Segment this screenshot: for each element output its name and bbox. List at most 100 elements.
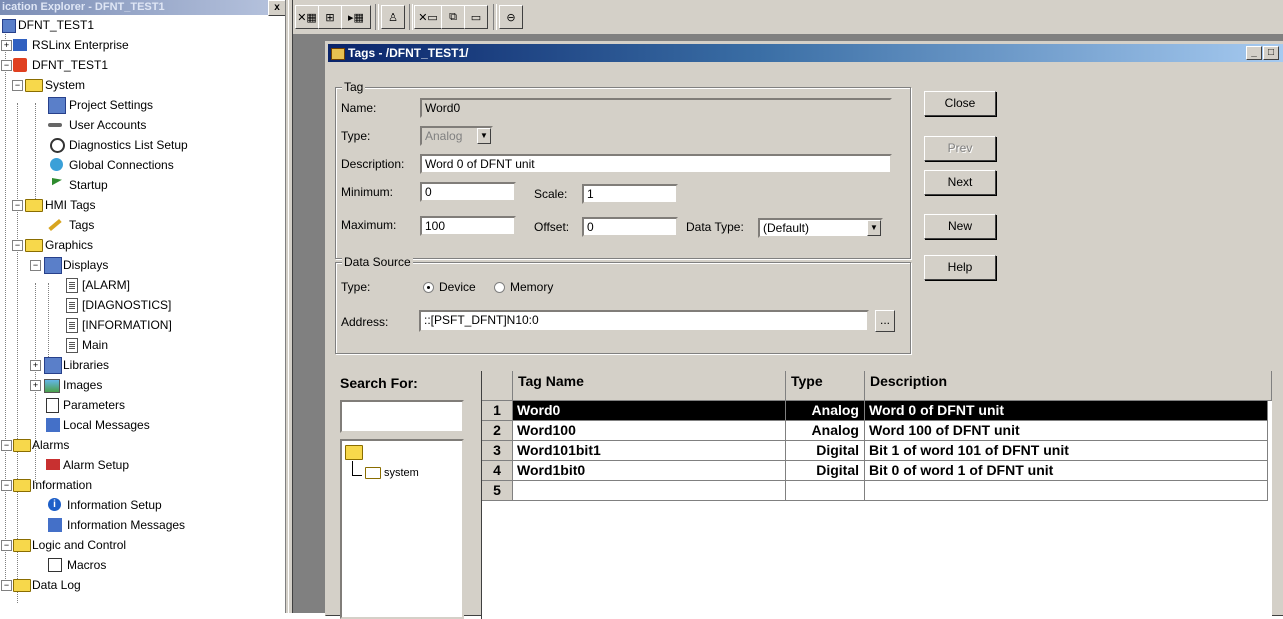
table-row-description[interactable]: Bit 1 of word 101 of DFNT unit <box>865 441 1268 461</box>
memory-radio[interactable] <box>494 282 505 293</box>
hmi-server-icon <box>13 58 27 72</box>
collapse-toggle-icon[interactable]: − <box>12 200 23 211</box>
next-button[interactable]: Next <box>924 170 996 195</box>
collapse-toggle-icon[interactable]: − <box>1 480 12 491</box>
grid-header-type[interactable]: Type <box>786 371 865 401</box>
row-number[interactable]: 3 <box>482 441 513 461</box>
new-button[interactable]: New <box>924 214 996 239</box>
expand-toggle-icon[interactable]: + <box>1 40 12 51</box>
collapse-toggle-icon[interactable]: − <box>1 540 12 551</box>
close-button[interactable]: Close <box>924 91 996 116</box>
folder-tree: system <box>340 439 464 619</box>
table-row-tag-name[interactable] <box>513 481 786 501</box>
table-row-tag-name[interactable]: Word100 <box>513 421 786 441</box>
collapse-toggle-icon[interactable]: − <box>12 240 23 251</box>
tree-item-label: Main <box>82 338 109 352</box>
tree-item-label: Diagnostics List Setup <box>69 138 188 152</box>
root-folder-icon[interactable] <box>345 445 363 460</box>
table-row-tag-name[interactable]: Word1bit0 <box>513 461 786 481</box>
folder-icon <box>13 479 31 492</box>
folder-tree-item-system[interactable]: system <box>384 465 419 481</box>
table-row-type[interactable]: Digital <box>786 461 865 481</box>
expand-toggle-icon[interactable]: + <box>30 360 41 371</box>
window-icon[interactable]: ▭ <box>464 5 488 29</box>
tags-window-icon <box>331 48 345 60</box>
address-field[interactable]: ::[PSFT_DFNT]N10:0 <box>419 310 869 332</box>
table-row-tag-name[interactable]: Word101bit1 <box>513 441 786 461</box>
row-number[interactable]: 2 <box>482 421 513 441</box>
tag-tree-icon[interactable]: ⊞ <box>318 5 342 29</box>
minimize-button[interactable]: _ <box>1246 46 1262 60</box>
type-select[interactable]: Analog ▼ <box>420 126 493 146</box>
row-number[interactable]: 4 <box>482 461 513 481</box>
description-field[interactable]: Word 0 of DFNT unit <box>420 154 892 174</box>
collapse-toggle-icon[interactable]: − <box>1 440 12 451</box>
help-button[interactable]: Help <box>924 255 996 280</box>
tree-item-label: Displays <box>63 258 109 272</box>
data-type-select[interactable]: (Default) ▼ <box>758 218 883 238</box>
minimum-label: Minimum: <box>341 185 394 199</box>
device-radio[interactable] <box>423 282 434 293</box>
explorer-close-button[interactable]: x <box>268 0 285 16</box>
name-field[interactable]: Word0 <box>420 98 892 118</box>
folder-icon <box>13 539 31 552</box>
table-row-description[interactable]: Word 100 of DFNT unit <box>865 421 1268 441</box>
device-radio-label: Device <box>439 280 476 294</box>
expand-toggle-icon[interactable]: + <box>30 380 41 391</box>
scale-field[interactable]: 1 <box>582 184 678 204</box>
tree-line <box>352 475 362 476</box>
panel-splitter[interactable] <box>285 0 293 613</box>
table-row-type[interactable]: Digital <box>786 441 865 461</box>
pencil-icon <box>48 218 62 232</box>
chevron-down-icon[interactable]: ▼ <box>477 128 491 144</box>
tree-item-label: System <box>45 78 86 92</box>
tree-line <box>352 461 353 475</box>
minimum-field[interactable]: 0 <box>420 182 516 202</box>
collapse-toggle-icon[interactable]: − <box>1 580 12 591</box>
search-input[interactable] <box>340 400 464 433</box>
collapse-toggle-icon[interactable]: − <box>30 260 41 271</box>
tree-item-label: DFNT_TEST1 <box>32 58 109 72</box>
folder-icon <box>25 199 43 212</box>
maximum-label: Maximum: <box>341 218 397 232</box>
tags-window-titlebar[interactable]: Tags - /DFNT_TEST1/ _ □ <box>328 44 1283 62</box>
grid-header-tag-name[interactable]: Tag Name <box>513 371 786 401</box>
folder-icon <box>25 239 43 252</box>
tree-item-label: Data Log <box>32 578 81 592</box>
x-window-icon[interactable]: ✕▭ <box>414 5 442 29</box>
folder-icon <box>365 467 381 479</box>
row-number[interactable]: 5 <box>482 481 513 501</box>
address-browse-button[interactable]: ... <box>875 310 895 332</box>
tree-item-label: RSLinx Enterprise <box>32 38 129 52</box>
tree-item-label: [DIAGNOSTICS] <box>82 298 172 312</box>
maximum-field[interactable]: 100 <box>420 216 516 236</box>
arrow-grid-icon[interactable]: ▸▦ <box>341 5 371 29</box>
offset-field[interactable]: 0 <box>582 217 678 237</box>
database-icon[interactable]: ⊖ <box>499 5 523 29</box>
type-select-value: Analog <box>425 129 463 143</box>
maximize-button[interactable]: □ <box>1263 46 1279 60</box>
table-row-description[interactable]: Word 0 of DFNT unit <box>865 401 1268 421</box>
tags-grid: Tag Name Type Description 1 Word0 Analog… <box>481 371 1272 619</box>
row-number[interactable]: 1 <box>482 401 513 421</box>
table-row-type[interactable]: Analog <box>786 401 865 421</box>
messages-icon <box>46 418 60 432</box>
parameters-icon <box>46 398 59 413</box>
table-row-tag-name[interactable]: Word0 <box>513 401 786 421</box>
folder-icon <box>13 439 31 452</box>
chevron-down-icon[interactable]: ▼ <box>867 220 881 236</box>
table-row-type[interactable] <box>786 481 865 501</box>
table-row-type[interactable]: Analog <box>786 421 865 441</box>
search-label: Search For: <box>340 375 418 391</box>
collapse-toggle-icon[interactable]: − <box>12 80 23 91</box>
tree-line <box>35 103 36 203</box>
prev-button[interactable]: Prev <box>924 136 996 161</box>
x-grid-icon[interactable]: ✕▦ <box>295 5 319 29</box>
person-icon[interactable]: ♙ <box>381 5 405 29</box>
tree-line <box>17 103 18 603</box>
table-row-description[interactable] <box>865 481 1268 501</box>
collapse-toggle-icon[interactable]: − <box>1 60 12 71</box>
grid-header-description[interactable]: Description <box>865 371 1272 401</box>
table-row-description[interactable]: Bit 0 of word 1 of DFNT unit <box>865 461 1268 481</box>
copy-window-icon[interactable]: ⧉ <box>441 5 465 29</box>
